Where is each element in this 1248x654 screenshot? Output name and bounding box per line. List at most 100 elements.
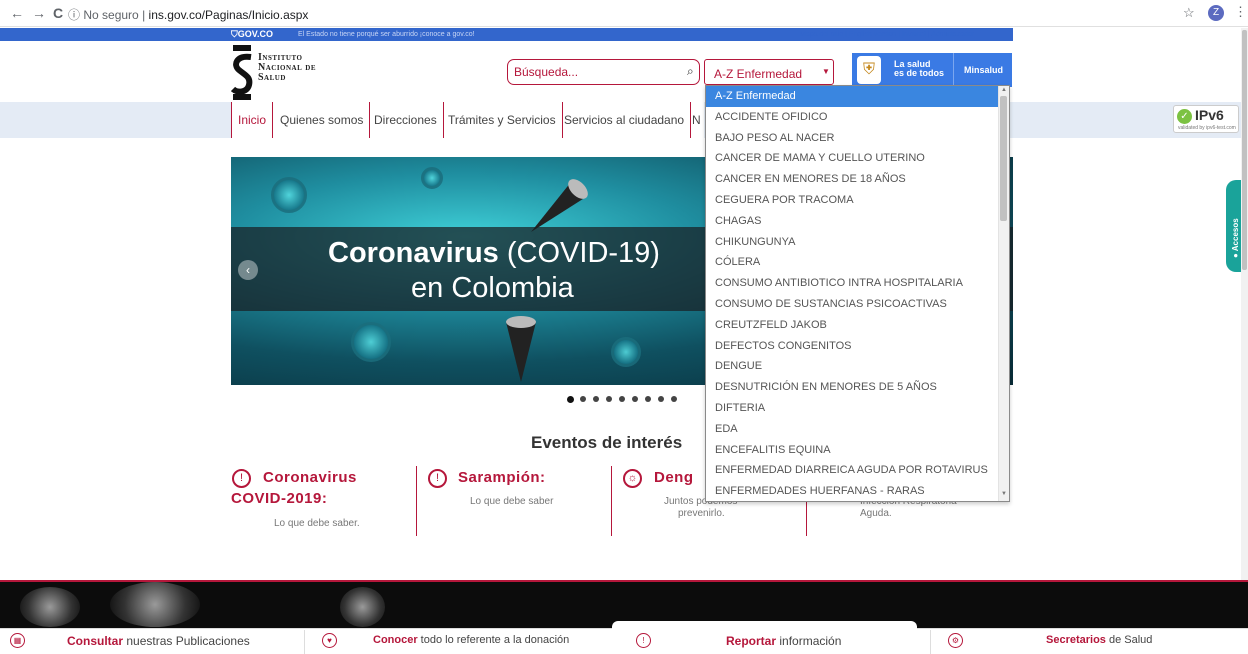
carousel-dot[interactable] <box>671 396 677 402</box>
scroll-up-icon[interactable]: ▲ <box>1001 87 1007 93</box>
gov-bar-right-segment <box>1013 28 1248 41</box>
nav-inicio[interactable]: Inicio <box>231 102 274 138</box>
secretaries-icon: ⚙ <box>948 633 963 648</box>
carousel-dot[interactable] <box>580 396 586 402</box>
dropdown-option[interactable]: CANCER EN MENORES DE 18 AÑOS <box>706 169 998 190</box>
dropdown-scrollbar[interactable]: ▲ ▼ <box>998 86 1009 501</box>
carousel-dot[interactable] <box>658 396 664 402</box>
dropdown-option[interactable]: ENCEFALITIS EQUINA <box>706 440 998 461</box>
carousel-dot[interactable] <box>567 396 574 403</box>
event-title-sarampion[interactable]: Sarampión: <box>458 469 546 486</box>
event-desc-dengue-2: prevenirlo. <box>678 508 725 519</box>
events-title: Eventos de interés <box>531 433 683 452</box>
carousel-dot[interactable] <box>632 396 638 402</box>
accesos-text: Accesos <box>1231 218 1240 252</box>
carousel-dot[interactable] <box>593 396 599 402</box>
reload-icon[interactable]: C <box>53 5 63 21</box>
dropdown-option[interactable]: CÓLERA <box>706 252 998 273</box>
ins-logo-icon[interactable] <box>231 45 253 100</box>
govco-shield-icon: ⛉ <box>231 29 238 39</box>
bookmark-star-icon[interactable]: ☆ <box>1183 5 1195 21</box>
dropdown-option[interactable]: DEFECTOS CONGENITOS <box>706 336 998 357</box>
footer-divider <box>304 630 305 654</box>
dropdown-scrollbar-thumb[interactable] <box>1000 96 1007 221</box>
nav-servicios-ciudadano[interactable]: Servicios al ciudadano <box>558 102 692 138</box>
donation-icon: ♥ <box>322 633 337 648</box>
link-sitemap[interactable]: Mapa del sitio <box>800 31 843 38</box>
nav-tramites[interactable]: Trámites y Servicios <box>442 102 563 138</box>
dropdown-option[interactable]: ENFERMEDAD DIARREICA AGUDA POR ROTAVIRUS <box>706 460 998 481</box>
disease-az-dropdown-list[interactable]: ▲ ▼ A-Z Enfermedad ACCIDENTE OFIDICO BAJO … <box>705 85 1010 502</box>
event-divider <box>611 466 612 536</box>
footer-publicaciones-bold: Consultar <box>67 634 124 648</box>
back-arrow-icon[interactable]: ← <box>10 5 24 21</box>
carousel-dots <box>567 396 687 406</box>
url-divider: | <box>142 8 146 22</box>
link-intranet[interactable]: Intranet <box>902 31 926 38</box>
minsalud-banner[interactable]: ⛨ La salud es de todos Minsalud <box>852 53 1012 87</box>
hero-title-bold: Coronavirus <box>328 237 499 269</box>
link-admin[interactable]: Administrador <box>931 31 974 38</box>
carousel-dot[interactable] <box>645 396 651 402</box>
carousel-dot[interactable] <box>606 396 612 402</box>
profile-avatar[interactable]: Z <box>1208 5 1224 21</box>
footer-divider <box>930 630 931 654</box>
minsalud-divider <box>953 53 954 87</box>
checkmark-icon: ✓ <box>1177 109 1192 124</box>
page-scrollbar-thumb[interactable] <box>1242 30 1247 270</box>
dropdown-option[interactable]: CHAGAS <box>706 211 998 232</box>
event-desc-coronavirus: Lo que debe saber. <box>274 518 360 529</box>
ipv6-badge[interactable]: ✓ IPv6 validated by ipv6-test.com <box>1173 105 1239 133</box>
nav-quienes-somos[interactable]: Quienes somos <box>274 102 371 138</box>
event-title-dengue[interactable]: Deng <box>654 469 694 486</box>
forward-arrow-icon[interactable]: → <box>32 5 46 21</box>
accesos-icon: ● <box>1231 253 1240 258</box>
address-bar[interactable]: ⓘ No seguro | ins.gov.co/Paginas/Inicio.… <box>68 6 308 23</box>
ipv6-sub: validated by ipv6-test.com <box>1178 125 1236 131</box>
dropdown-option[interactable]: CONSUMO ANTIBIOTICO INTRA HOSPITALARIA <box>706 273 998 294</box>
govco-logo[interactable]: ⛉GOV.CO <box>231 28 273 41</box>
footer-donacion[interactable]: Conocer todo lo referente a la donación <box>373 634 569 646</box>
footer-reportar[interactable]: Reportar información <box>726 634 841 648</box>
search-input[interactable] <box>514 65 674 79</box>
scroll-down-icon[interactable]: ▼ <box>1001 491 1007 497</box>
publications-icon: ▦ <box>10 633 25 648</box>
footer-secretarios-rest: de Salud <box>1105 634 1153 646</box>
link-english[interactable]: English version <box>849 31 896 38</box>
dropdown-option[interactable]: ACCIDENTE OFIDICO <box>706 107 998 128</box>
dropdown-option[interactable]: A-Z Enfermedad <box>706 86 998 107</box>
dropdown-option[interactable]: CANCER DE MAMA Y CUELLO UTERINO <box>706 148 998 169</box>
carousel-dot[interactable] <box>619 396 625 402</box>
url-text[interactable]: ins.gov.co/Paginas/Inicio.aspx <box>149 8 309 22</box>
footer-secretarios[interactable]: Secretarios de Salud <box>1046 634 1152 646</box>
footer-publicaciones[interactable]: Consultar nuestras Publicaciones <box>67 634 250 648</box>
browser-toolbar: ← → C ⓘ No seguro | ins.gov.co/Paginas/I… <box>0 0 1248 27</box>
ipv6-label: IPv6 <box>1195 107 1224 123</box>
dropdown-option[interactable]: DESNUTRICIÓN EN MENORES DE 5 AÑOS <box>706 377 998 398</box>
virus-illustration <box>611 337 641 367</box>
nav-direcciones[interactable]: Direcciones <box>368 102 444 138</box>
background-texture <box>20 587 80 627</box>
nav-partial-item[interactable]: N <box>686 102 707 138</box>
footer-donacion-bold: Conocer <box>373 634 418 646</box>
hero-subtitle: en Colombia <box>411 272 574 304</box>
dropdown-option[interactable]: CREUTZFELD JAKOB <box>706 315 998 336</box>
browser-menu-icon[interactable]: ⋮ <box>1234 4 1247 20</box>
org-name[interactable]: Instituto Nacional de Salud <box>258 53 316 83</box>
dropdown-option[interactable]: DIFTERIA <box>706 398 998 419</box>
carousel-prev-icon[interactable]: ‹ <box>238 260 258 280</box>
search-icon[interactable]: ⌕ <box>687 64 694 79</box>
dropdown-option[interactable]: DENGUE <box>706 356 998 377</box>
disease-az-select[interactable]: A-Z Enfermedad ▼ <box>704 59 834 85</box>
dropdown-option[interactable]: BAJO PESO AL NACER <box>706 128 998 149</box>
footer-secretarios-bold: Secretarios <box>1046 634 1106 646</box>
dropdown-option[interactable]: CONSUMO DE SUSTANCIAS PSICOACTIVAS <box>706 294 998 315</box>
event-title-coronavirus[interactable]: Coronavirus <box>263 469 357 486</box>
dropdown-option[interactable]: EDA <box>706 419 998 440</box>
dropdown-option[interactable]: ENFERMEDADES HUERFANAS - RARAS <box>706 481 998 501</box>
dropdown-option[interactable]: CHIKUNGUNYA <box>706 232 998 253</box>
info-icon[interactable]: ⓘ <box>68 8 80 22</box>
dropdown-option[interactable]: CEGUERA POR TRACOMA <box>706 190 998 211</box>
event-title-coronavirus-2[interactable]: COVID-2019: <box>231 490 327 507</box>
footer-reportar-bold: Reportar <box>726 634 777 648</box>
